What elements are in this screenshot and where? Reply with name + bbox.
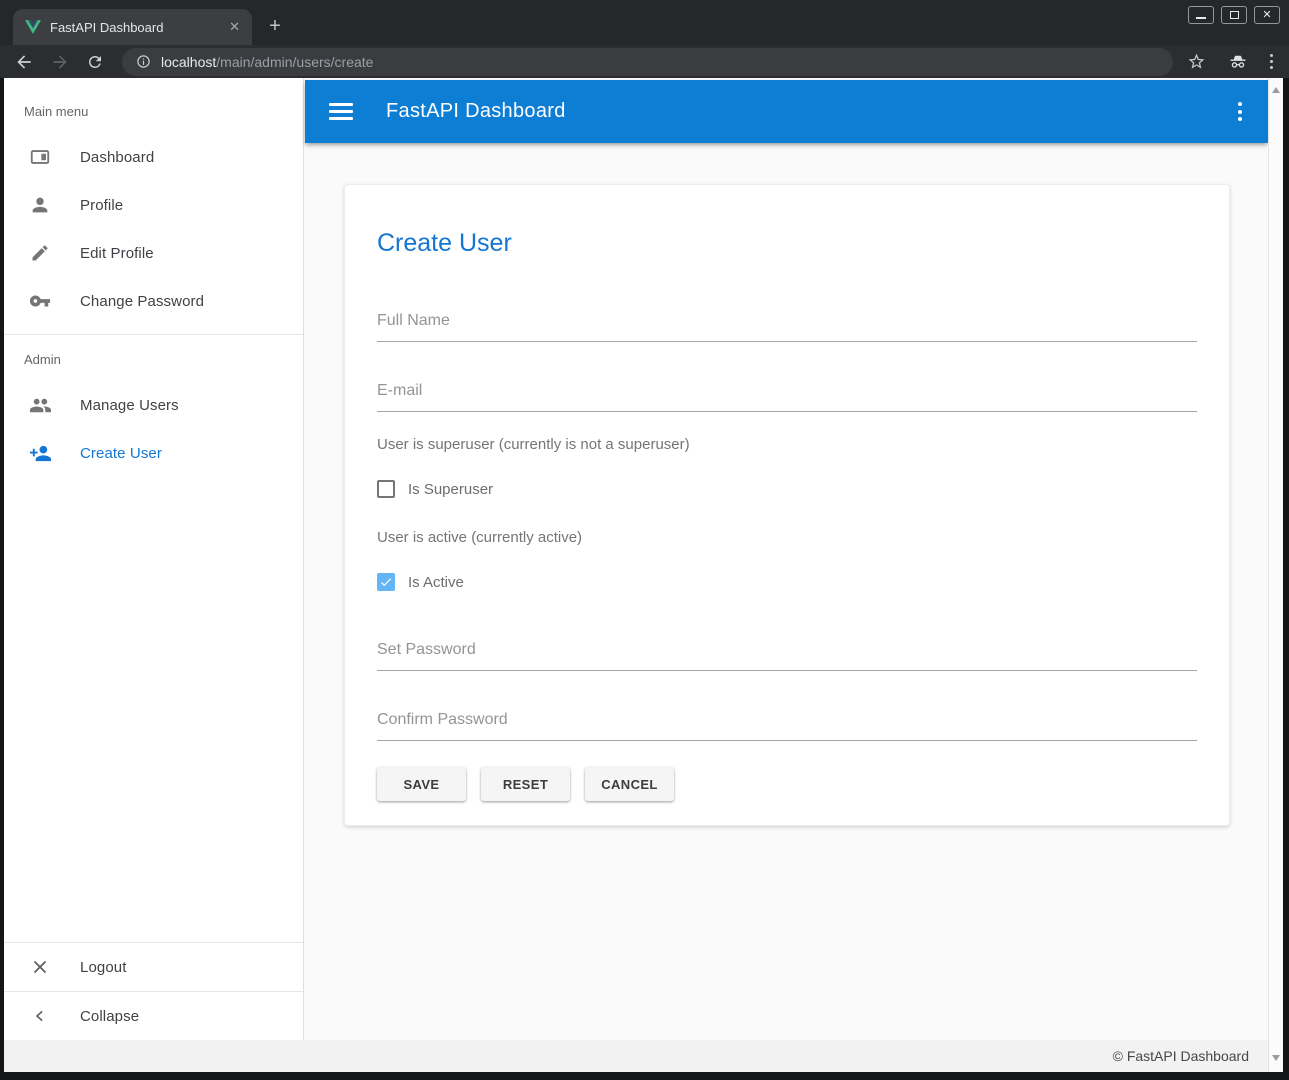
browser-toolbar: localhost/main/admin/users/create [0, 45, 1289, 78]
hamburger-menu-icon[interactable] [329, 99, 353, 123]
chevron-left-icon [28, 1004, 52, 1028]
email-input[interactable] [377, 382, 1197, 412]
sidebar-item-label: Change Password [80, 293, 204, 310]
sidebar-item-change-password[interactable]: Change Password [4, 277, 303, 325]
vue-favicon-icon [25, 20, 41, 34]
sidebar-item-edit-profile[interactable]: Edit Profile [4, 229, 303, 277]
sidebar-section-main-menu: Main menu [4, 78, 303, 119]
sidebar-item-label: Manage Users [80, 397, 179, 414]
address-bar[interactable]: localhost/main/admin/users/create [122, 48, 1173, 76]
url-path: /main/admin/users/create [216, 54, 373, 70]
scroll-down-icon[interactable] [1272, 1055, 1280, 1061]
is-active-label: Is Active [408, 574, 464, 591]
sidebar-item-label: Create User [80, 445, 162, 462]
check-icon [379, 575, 393, 589]
sidebar-item-logout[interactable]: Logout [4, 943, 303, 991]
person-add-icon [28, 441, 52, 465]
sidebar-item-label: Collapse [80, 1008, 139, 1025]
back-button[interactable] [14, 52, 34, 72]
tab-title: FastAPI Dashboard [50, 20, 218, 35]
appbar: FastAPI Dashboard [305, 80, 1268, 143]
vertical-scrollbar[interactable] [1268, 78, 1283, 1072]
incognito-icon [1227, 52, 1249, 72]
close-icon: ✕ [1262, 10, 1271, 21]
page-footer: © FastAPI Dashboard [4, 1040, 1283, 1072]
sidebar: Main menu Dashboard Profile Edit Profile [4, 78, 304, 1040]
sidebar-item-create-user[interactable]: Create User [4, 429, 303, 477]
full-name-input[interactable] [377, 312, 1197, 342]
refresh-button[interactable] [86, 53, 104, 71]
window-minimize-button[interactable] [1188, 6, 1214, 24]
maximize-icon [1230, 11, 1239, 19]
new-tab-button[interactable]: + [262, 14, 288, 40]
tab-close-icon[interactable]: ✕ [227, 19, 242, 35]
save-button[interactable]: SAVE [377, 767, 466, 801]
sidebar-item-label: Logout [80, 959, 126, 976]
dashboard-icon [28, 145, 52, 169]
forward-button[interactable] [50, 52, 70, 72]
confirm-password-input[interactable] [377, 711, 1197, 741]
pencil-icon [28, 241, 52, 265]
sidebar-item-label: Edit Profile [80, 245, 154, 262]
is-superuser-checkbox[interactable] [377, 480, 395, 498]
url-host: localhost [161, 54, 216, 70]
minimize-icon [1196, 17, 1206, 19]
sidebar-item-dashboard[interactable]: Dashboard [4, 133, 303, 181]
sidebar-section-admin: Admin [4, 335, 303, 367]
page-title: Create User [377, 229, 1197, 258]
active-hint: User is active (currently active) [377, 529, 1197, 546]
bookmark-star-icon[interactable] [1187, 52, 1206, 71]
is-superuser-label: Is Superuser [408, 481, 493, 498]
window-maximize-button[interactable] [1221, 6, 1247, 24]
copyright-text: © FastAPI Dashboard [1113, 1048, 1249, 1064]
set-password-input[interactable] [377, 641, 1197, 671]
site-info-icon[interactable] [136, 54, 151, 69]
superuser-hint: User is superuser (currently is not a su… [377, 436, 1197, 453]
cancel-button[interactable]: CANCEL [585, 767, 674, 801]
is-active-checkbox-row[interactable]: Is Active [377, 573, 1197, 591]
page: Main menu Dashboard Profile Edit Profile [4, 78, 1283, 1072]
sidebar-item-manage-users[interactable]: Manage Users [4, 381, 303, 429]
appbar-title: FastAPI Dashboard [386, 100, 566, 123]
reset-button[interactable]: RESET [481, 767, 570, 801]
sidebar-item-label: Profile [80, 197, 123, 214]
is-superuser-checkbox-row[interactable]: Is Superuser [377, 480, 1197, 498]
close-icon [28, 955, 52, 979]
sidebar-item-profile[interactable]: Profile [4, 181, 303, 229]
is-active-checkbox[interactable] [377, 573, 395, 591]
scroll-up-icon[interactable] [1272, 87, 1280, 93]
sidebar-item-label: Dashboard [80, 149, 154, 166]
appbar-menu-button[interactable] [1228, 96, 1252, 127]
people-icon [28, 393, 52, 417]
window-close-button[interactable]: ✕ [1254, 6, 1280, 24]
url-text[interactable]: localhost/main/admin/users/create [161, 54, 373, 70]
browser-titlebar: FastAPI Dashboard ✕ + ✕ [0, 0, 1289, 45]
sidebar-item-collapse[interactable]: Collapse [4, 992, 303, 1040]
person-icon [28, 193, 52, 217]
key-icon [28, 289, 52, 313]
browser-menu-button[interactable] [1270, 54, 1273, 69]
browser-tab[interactable]: FastAPI Dashboard ✕ [13, 9, 252, 45]
create-user-card: Create User User is superuser (currently… [344, 184, 1230, 826]
